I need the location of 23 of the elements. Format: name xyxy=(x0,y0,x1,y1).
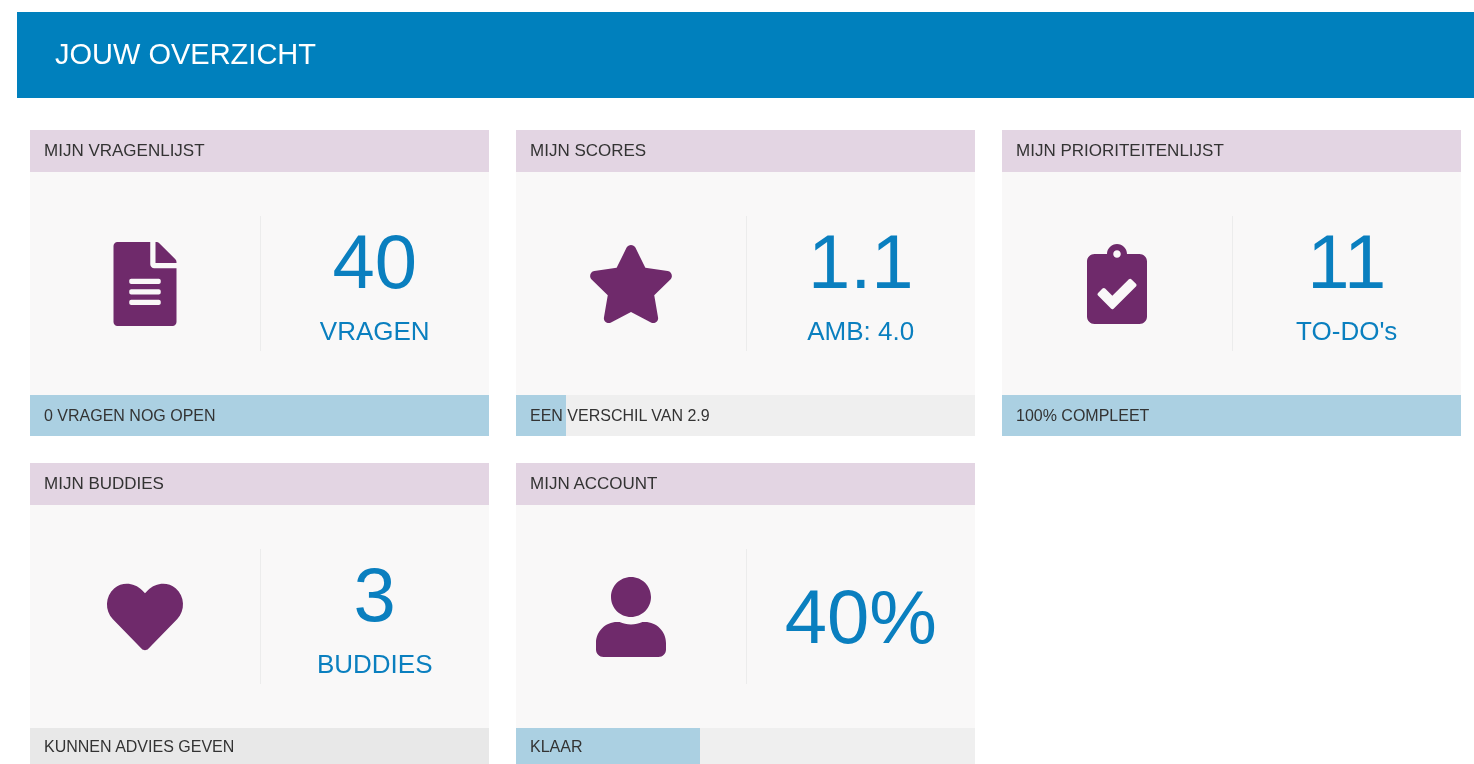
stat-label: AMB: 4.0 xyxy=(807,314,915,348)
stat-value: 40% xyxy=(784,574,937,659)
progress-text: KUNNEN ADVIES GEVEN xyxy=(44,736,235,757)
clipboard-check-icon xyxy=(1085,243,1148,324)
card-title: MIJN BUDDIES xyxy=(30,463,489,505)
stat-value: 11 xyxy=(1307,219,1387,304)
card-title: MIJN ACCOUNT xyxy=(516,463,975,505)
stat-label: BUDDIES xyxy=(316,647,433,681)
page-title: JOUW OVERZICHT xyxy=(55,37,316,73)
progress-text: EEN VERSCHIL VAN 2.9 xyxy=(530,405,710,426)
stat-label: VRAGEN xyxy=(319,314,430,348)
stat-value: 40 xyxy=(332,219,417,304)
progress-text: 0 VRAGEN NOG OPEN xyxy=(44,405,216,426)
card-title: MIJN SCORES xyxy=(516,130,975,172)
progress-text: KLAAR xyxy=(530,736,583,757)
user-icon xyxy=(595,576,666,657)
card-title: MIJN VRAGENLIJST xyxy=(30,130,489,172)
card-title: MIJN PRIORITEITENLIJST xyxy=(1002,130,1461,172)
progress-text: 100% COMPLEET xyxy=(1016,405,1150,426)
stat-value: 3 xyxy=(353,552,396,637)
document-icon xyxy=(112,241,177,326)
stat-value: 1.1 xyxy=(807,219,914,304)
stat-label: TO-DO's xyxy=(1296,314,1398,348)
